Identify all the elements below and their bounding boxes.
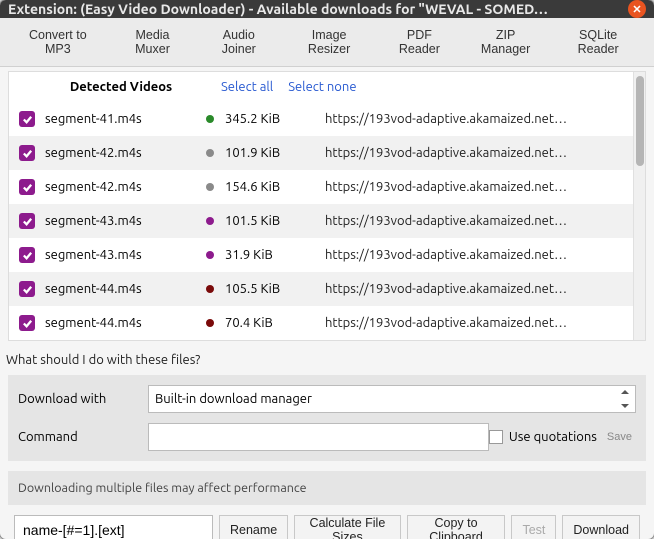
row-status-dot-wrap: [195, 285, 225, 293]
download-with-select[interactable]: Built-in download manager: [148, 385, 636, 413]
row-url: https://193vod-adaptive.akamaized.net…: [325, 214, 623, 228]
scrollbar-thumb[interactable]: [636, 76, 644, 166]
filename-pattern-input[interactable]: [14, 515, 213, 539]
tool-sqlite-reader[interactable]: SQLite Reader: [550, 24, 646, 60]
row-url: https://193vod-adaptive.akamaized.net…: [325, 180, 623, 194]
row-url: https://193vod-adaptive.akamaized.net…: [325, 316, 623, 330]
row-checkbox[interactable]: [19, 179, 35, 195]
row-status-dot-wrap: [195, 149, 225, 157]
video-list-panel: Detected Videos Select all Select none s…: [8, 71, 646, 341]
save-small-button[interactable]: Save: [603, 431, 636, 443]
tool-audio-joiner[interactable]: Audio Joiner: [197, 24, 280, 60]
tool-media-muxer[interactable]: Media Muxer: [110, 24, 196, 60]
table-row[interactable]: segment-43.m4s 31.9 KiBhttps://193vod-ada…: [9, 238, 633, 272]
list-header-title: Detected Videos: [21, 80, 221, 94]
rename-button[interactable]: Rename: [219, 515, 288, 539]
command-input[interactable]: [148, 423, 489, 451]
row-filename: segment-41.m4s: [45, 112, 195, 126]
select-all-link[interactable]: Select all: [221, 80, 273, 94]
test-button[interactable]: Test: [511, 515, 556, 539]
status-dot-icon: [206, 217, 214, 225]
row-status-dot-wrap: [195, 251, 225, 259]
use-quotations-label: Use quotations: [509, 430, 597, 444]
close-icon: ✕: [632, 3, 641, 16]
check-icon: [22, 250, 33, 261]
row-checkbox[interactable]: [19, 315, 35, 331]
status-dot-icon: [206, 251, 214, 259]
check-icon: [22, 114, 33, 125]
row-filename: segment-42.m4s: [45, 180, 195, 194]
bottom-bar: Rename Calculate File Sizes Copy to Clip…: [6, 505, 648, 539]
row-size: 70.4 KiB: [225, 316, 325, 330]
copy-clipboard-button[interactable]: Copy to Clipboard: [407, 515, 506, 539]
status-dot-icon: [206, 319, 214, 327]
row-filename: segment-44.m4s: [45, 316, 195, 330]
tool-convert-mp3[interactable]: Convert to MP3: [8, 24, 108, 60]
row-filename: segment-42.m4s: [45, 146, 195, 160]
check-icon: [22, 148, 33, 159]
warning-bar: Downloading multiple files may affect pe…: [8, 471, 646, 505]
tool-zip-manager[interactable]: ZIP Manager: [463, 24, 548, 60]
row-checkbox[interactable]: [19, 281, 35, 297]
titlebar: Extension: (Easy Video Downloader) - Ava…: [0, 0, 654, 18]
check-icon: [22, 318, 33, 329]
row-size: 345.2 KiB: [225, 112, 325, 126]
extension-window: Extension: (Easy Video Downloader) - Ava…: [0, 0, 654, 539]
download-button[interactable]: Download: [562, 515, 640, 539]
row-size: 31.9 KiB: [225, 248, 325, 262]
row-status-dot-wrap: [195, 115, 225, 123]
row-size: 101.9 KiB: [225, 146, 325, 160]
select-none-link[interactable]: Select none: [288, 80, 356, 94]
status-dot-icon: [206, 115, 214, 123]
table-row[interactable]: segment-42.m4s 101.9 KiBhttps://193vod-ad…: [9, 136, 633, 170]
row-checkbox[interactable]: [19, 213, 35, 229]
prompt-text: What should I do with these files?: [0, 349, 654, 375]
tool-image-resizer[interactable]: Image Resizer: [282, 24, 376, 60]
row-status-dot-wrap: [195, 217, 225, 225]
table-row[interactable]: segment-41.m4s 345.2 KiBhttps://193vod-ad…: [9, 102, 633, 136]
check-icon: [22, 182, 33, 193]
row-status-dot-wrap: [195, 183, 225, 191]
window-title: Extension: (Easy Video Downloader) - Ava…: [8, 1, 620, 17]
row-checkbox[interactable]: [19, 145, 35, 161]
row-checkbox[interactable]: [19, 111, 35, 127]
row-url: https://193vod-adaptive.akamaized.net…: [325, 146, 623, 160]
row-url: https://193vod-adaptive.akamaized.net…: [325, 112, 623, 126]
status-dot-icon: [206, 285, 214, 293]
rows-container: segment-41.m4s345.2 KiBhttps://193vod-ad…: [9, 102, 633, 340]
row-size: 105.5 KiB: [225, 282, 325, 296]
row-url: https://193vod-adaptive.akamaized.net…: [325, 248, 623, 262]
row-size: 154.6 KiB: [225, 180, 325, 194]
table-row[interactable]: segment-43.m4s 101.5 KiBhttps://193vod-ad…: [9, 204, 633, 238]
list-header: Detected Videos Select all Select none: [9, 72, 633, 102]
row-url: https://193vod-adaptive.akamaized.net…: [325, 282, 623, 296]
table-row[interactable]: segment-44.m4s 70.4 KiBhttps://193vod-ada…: [9, 306, 633, 340]
close-button[interactable]: ✕: [628, 0, 646, 18]
row-size: 101.5 KiB: [225, 214, 325, 228]
status-dot-icon: [206, 149, 214, 157]
row-filename: segment-44.m4s: [45, 282, 195, 296]
row-filename: segment-43.m4s: [45, 248, 195, 262]
top-toolbar: Convert to MP3 Media Muxer Audio Joiner …: [0, 18, 654, 67]
status-dot-icon: [206, 183, 214, 191]
scrollbar-track[interactable]: [633, 72, 645, 340]
download-panel: Download with Built-in download manager …: [8, 375, 646, 461]
row-filename: segment-43.m4s: [45, 214, 195, 228]
table-row[interactable]: segment-44.m4s 105.5 KiBhttps://193vod-ad…: [9, 272, 633, 306]
check-icon: [22, 216, 33, 227]
check-icon: [22, 284, 33, 295]
command-label: Command: [18, 430, 148, 444]
table-row[interactable]: segment-42.m4s 154.6 KiBhttps://193vod-ad…: [9, 170, 633, 204]
row-checkbox[interactable]: [19, 247, 35, 263]
download-with-label: Download with: [18, 392, 148, 406]
calculate-sizes-button[interactable]: Calculate File Sizes: [294, 515, 400, 539]
tool-pdf-reader[interactable]: PDF Reader: [378, 24, 461, 60]
row-status-dot-wrap: [195, 319, 225, 327]
download-with-value: Built-in download manager: [155, 392, 312, 406]
use-quotations-checkbox[interactable]: [489, 430, 503, 444]
